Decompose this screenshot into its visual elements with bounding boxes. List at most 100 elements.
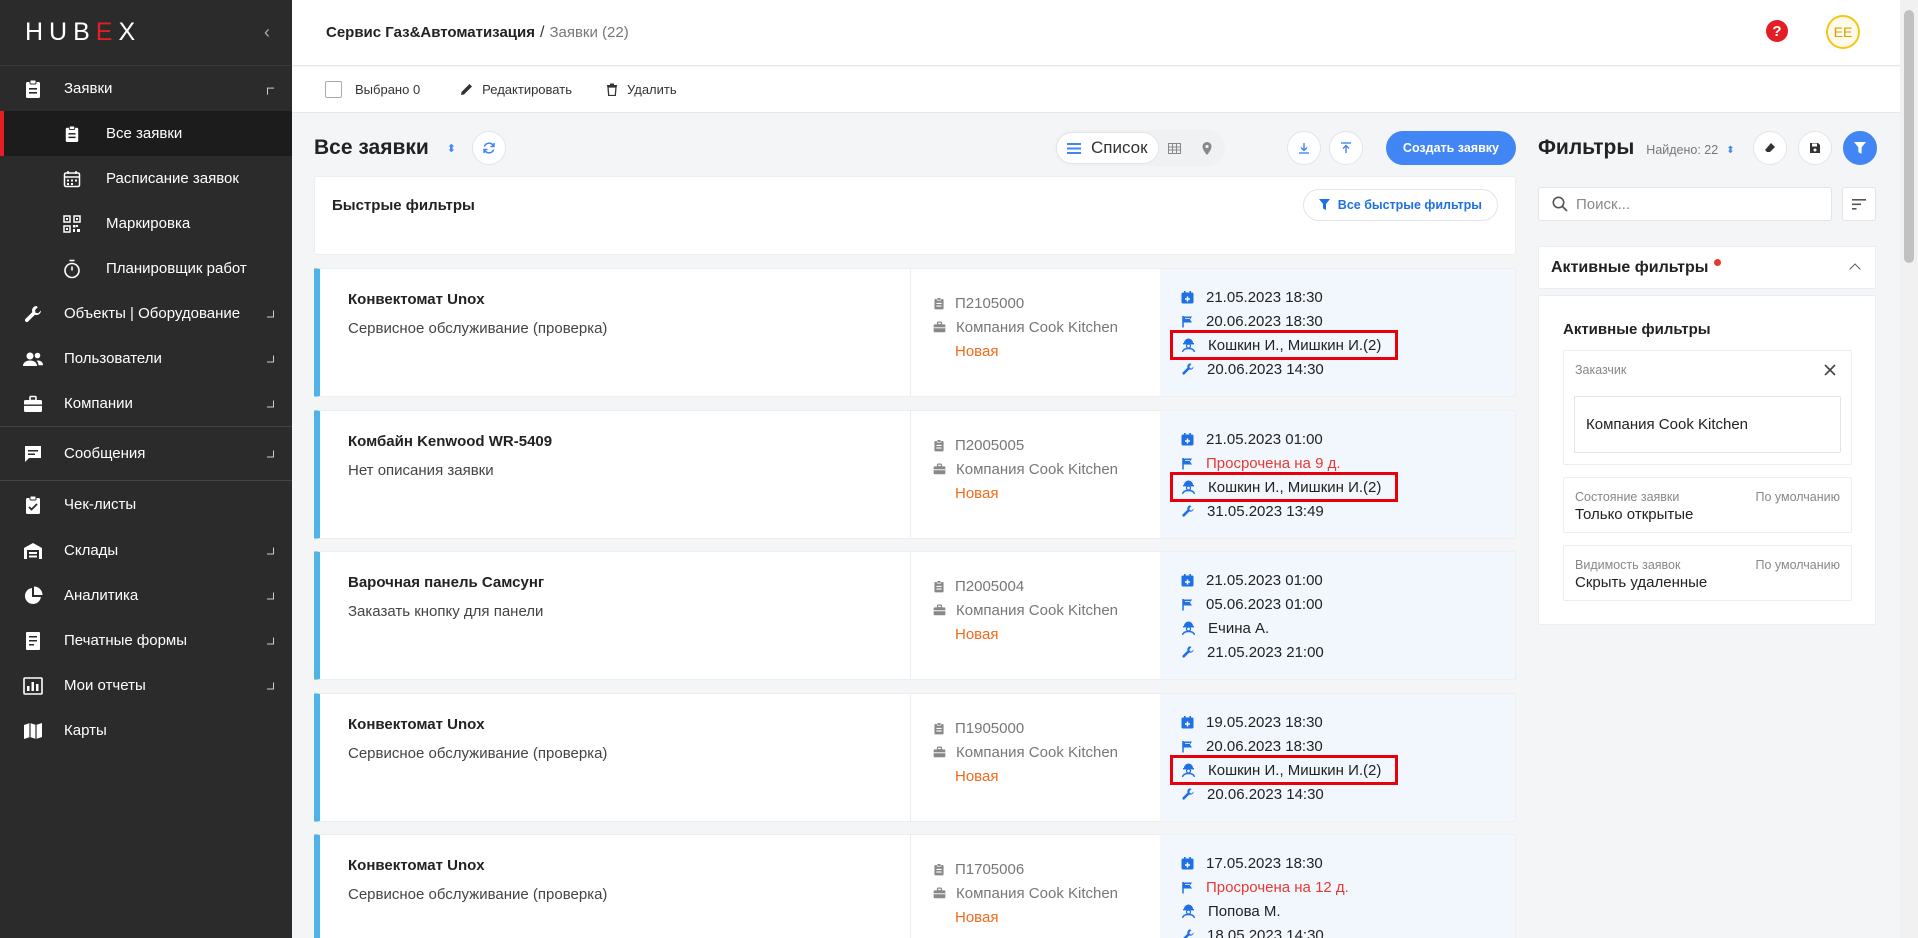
visibility-filter[interactable]: Видимость заявок По умолчанию Скрыть уда…	[1563, 545, 1852, 601]
select-all-checkbox[interactable]	[325, 81, 342, 98]
expand-arrow-icon	[267, 400, 274, 407]
clipboard-icon	[934, 438, 944, 451]
request-title: Конвектомат Unox	[348, 291, 485, 308]
expand-arrow-icon	[267, 310, 274, 317]
state-filter-default: По умолчанию	[1755, 490, 1840, 504]
sidebar-item-companies[interactable]: Компании	[0, 381, 292, 426]
page-scrollbar[interactable]	[1900, 0, 1918, 938]
close-icon[interactable]	[1823, 363, 1837, 377]
request-description: Сервисное обслуживание (проверка)	[348, 745, 608, 762]
all-quick-filters-button[interactable]: Все быстрые фильтры	[1302, 189, 1498, 221]
engineer-icon	[1181, 338, 1196, 352]
created-row: 17.05.2023 18:30	[1181, 851, 1416, 875]
wrench-icon	[1183, 929, 1194, 938]
sidebar-item-all-requests[interactable]: Все заявки	[0, 111, 292, 156]
upload-button[interactable]	[1329, 131, 1363, 165]
flag-icon	[1182, 457, 1192, 469]
sidebar-item-label: Объекты | Оборудование	[64, 305, 241, 322]
request-code: П1705006	[955, 860, 1025, 878]
breadcrumb-requests: Заявки (22)	[549, 24, 629, 41]
filter-search	[1538, 187, 1832, 221]
toggle-filters-button[interactable]	[1843, 131, 1877, 165]
calendar-plus-icon	[1181, 290, 1194, 303]
sidebar-item-maps[interactable]: Карты	[0, 708, 292, 753]
sidebar-item-marking[interactable]: Маркировка	[0, 201, 292, 246]
qr-code-icon	[62, 214, 82, 234]
sidebar-item-analytics[interactable]: Аналитика	[0, 573, 292, 618]
filter-sort-button[interactable]	[1842, 187, 1876, 221]
sort-icon[interactable]: ⬍	[447, 142, 456, 155]
collapse-sidebar-button[interactable]: ‹	[264, 22, 270, 43]
request-description: Нет описания заявки	[348, 462, 494, 479]
upload-icon	[1341, 142, 1351, 153]
clear-filters-button[interactable]	[1753, 131, 1787, 165]
breadcrumb-company[interactable]: Сервис Газ&Автоматизация	[326, 24, 535, 41]
sidebar-item-print-forms[interactable]: Печатные формы	[0, 618, 292, 663]
search-icon	[1552, 196, 1568, 212]
state-filter-value: Только открытые	[1575, 506, 1694, 523]
search-input[interactable]	[1576, 195, 1806, 213]
sidebar-item-work-planner[interactable]: Планировщик работ	[0, 246, 292, 291]
request-card[interactable]: Варочная панель Самсунг Заказать кнопку д…	[314, 551, 1516, 680]
assignees: Кошкин И., Мишкин И.(2)	[1208, 478, 1382, 496]
sidebar-item-schedule[interactable]: Расписание заявок	[0, 156, 292, 201]
sidebar-item-messages[interactable]: Сообщения	[0, 427, 292, 480]
briefcase-icon	[933, 321, 946, 333]
delete-button[interactable]: Удалить	[606, 82, 677, 97]
customer-filter-value[interactable]: Компания Cook Kitchen	[1574, 396, 1841, 453]
help-icon[interactable]: ?	[1766, 20, 1788, 42]
request-card[interactable]: Конвектомат Unox Сервисное обслуживание (…	[314, 834, 1516, 938]
view-map-button[interactable]	[1191, 132, 1223, 164]
request-code-row: П2005005	[933, 433, 1160, 457]
assignees: Ечина А.	[1208, 619, 1270, 637]
all-quick-filters-label: Все быстрые фильтры	[1337, 198, 1482, 212]
sidebar-item-users[interactable]: Пользователи	[0, 336, 292, 381]
clipboard-icon	[934, 296, 944, 309]
state-filter[interactable]: Состояние заявки По умолчанию Только отк…	[1563, 477, 1852, 533]
save-filters-button[interactable]	[1798, 131, 1832, 165]
sort-icon[interactable]: ⬍	[1726, 145, 1734, 156]
refresh-button[interactable]	[472, 131, 507, 165]
request-card[interactable]: Конвектомат Unox Сервисное обслуживание (…	[314, 693, 1516, 822]
deadline-date: 20.06.2023 18:30	[1206, 737, 1323, 755]
sidebar-item-warehouses[interactable]: Склады	[0, 528, 292, 573]
status-badge: Новая	[955, 484, 999, 502]
edit-button[interactable]: Редактировать	[460, 82, 572, 97]
quick-filters-panel: Быстрые фильтры Все быстрые фильтры	[314, 176, 1516, 255]
avatar[interactable]: EE	[1826, 15, 1860, 49]
active-filters-toggle[interactable]: Активные фильтры	[1538, 246, 1876, 289]
calendar-plus-icon	[1181, 715, 1194, 728]
request-company-row: Компания Cook Kitchen	[933, 740, 1160, 764]
expand-arrow-icon	[267, 547, 274, 554]
clipboard-icon	[934, 579, 944, 592]
active-filters-header: Активные фильтры	[1551, 258, 1709, 276]
created-row: 21.05.2023 18:30	[1181, 285, 1416, 309]
status-badge: Новая	[955, 908, 999, 926]
scrollbar-thumb[interactable]	[1904, 10, 1914, 263]
sidebar-item-checklists[interactable]: Чек-листы	[0, 481, 292, 528]
request-card[interactable]: Комбайн Kenwood WR-5409 Нет описания заяв…	[314, 410, 1516, 539]
visibility-filter-value: Скрыть удаленные	[1575, 574, 1708, 591]
request-company-row: Компания Cook Kitchen	[933, 457, 1160, 481]
work-date-row: 18.05.2023 14:30	[1181, 923, 1416, 938]
download-button[interactable]	[1287, 131, 1321, 165]
sidebar-item-label: Маркировка	[106, 215, 191, 232]
sidebar-item-my-reports[interactable]: Мои отчеты	[0, 663, 292, 708]
visibility-filter-label: Видимость заявок	[1575, 558, 1681, 572]
request-company: Компания Cook Kitchen	[956, 460, 1119, 478]
view-list-button[interactable]: Список	[1056, 132, 1159, 164]
sidebar-item-requests[interactable]: Заявки	[0, 66, 292, 111]
request-card[interactable]: Конвектомат Unox Сервисное обслуживание (…	[314, 268, 1516, 397]
request-company-row: Компания Cook Kitchen	[933, 315, 1160, 339]
checklist-icon	[22, 494, 44, 516]
sidebar-item-objects[interactable]: Объекты | Оборудование	[0, 291, 292, 336]
deadline-date: 20.06.2023 18:30	[1206, 312, 1323, 330]
request-code-row: П2005004	[933, 574, 1160, 598]
wrench-icon	[1182, 363, 1194, 375]
work-date-row: 21.05.2023 21:00	[1181, 640, 1416, 664]
sidebar-item-label: Все заявки	[106, 125, 183, 142]
view-table-button[interactable]	[1159, 132, 1191, 164]
briefcase-icon	[22, 393, 44, 415]
assignees-row: Кошкин И., Мишкин И.(2)	[1170, 330, 1398, 360]
create-request-button[interactable]: Создать заявку	[1385, 131, 1516, 165]
